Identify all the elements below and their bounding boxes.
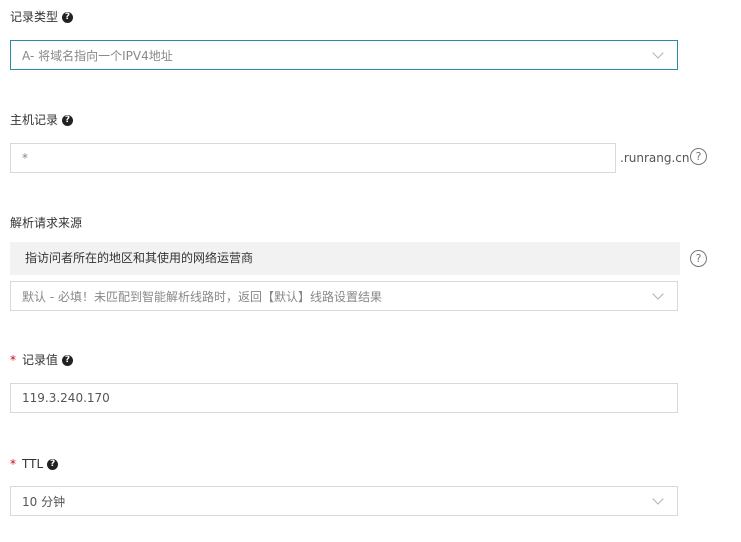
chevron-down-icon: [652, 47, 664, 59]
record-type-label-row: 记录类型 ?: [10, 8, 74, 26]
help-outline-icon[interactable]: ?: [690, 250, 707, 267]
host-record-label-row: 主机记录 ?: [10, 111, 74, 129]
resolution-source-value: 默认 - 必填！未匹配到智能解析线路时，返回【默认】线路设置结果: [22, 289, 382, 304]
ttl-select[interactable]: 10 分钟: [10, 486, 678, 516]
required-mark: *: [10, 353, 16, 367]
host-record-value: *: [22, 151, 28, 165]
record-value-label-row: * 记录值 ?: [10, 351, 74, 369]
host-record-label: 主机记录: [10, 113, 59, 127]
resolution-source-select[interactable]: 默认 - 必填！未匹配到智能解析线路时，返回【默认】线路设置结果: [10, 281, 678, 311]
host-record-input[interactable]: *: [10, 143, 616, 173]
ttl-label-row: * TTL ?: [10, 455, 59, 473]
help-outline-icon[interactable]: ?: [690, 148, 707, 165]
dns-record-form: 记录类型 ? A- 将域名指向一个IPV4地址 主机记录 ? * .runran…: [0, 0, 741, 542]
chevron-down-icon: [652, 288, 664, 300]
chevron-down-icon: [652, 493, 664, 505]
ttl-value: 10 分钟: [22, 494, 66, 509]
help-icon[interactable]: ?: [62, 11, 74, 23]
help-icon[interactable]: ?: [62, 354, 74, 366]
help-icon[interactable]: ?: [47, 458, 59, 470]
resolution-source-hint: 指访问者所在的地区和其使用的网络运营商: [10, 242, 680, 275]
resolution-source-label: 解析请求来源: [10, 216, 83, 230]
record-value-value: 119.3.240.170: [22, 391, 110, 405]
record-type-select[interactable]: A- 将域名指向一个IPV4地址: [10, 40, 678, 70]
help-icon[interactable]: ?: [62, 114, 74, 126]
required-mark: *: [10, 457, 16, 471]
resolution-source-label-row: 解析请求来源: [10, 214, 82, 232]
record-value-input[interactable]: 119.3.240.170: [10, 383, 678, 413]
record-type-value: A- 将域名指向一个IPV4地址: [22, 48, 173, 63]
domain-suffix: .runrang.cn: [620, 151, 690, 165]
record-value-label: 记录值: [22, 353, 59, 367]
ttl-label: TTL: [22, 457, 44, 471]
record-type-label: 记录类型: [10, 10, 59, 24]
